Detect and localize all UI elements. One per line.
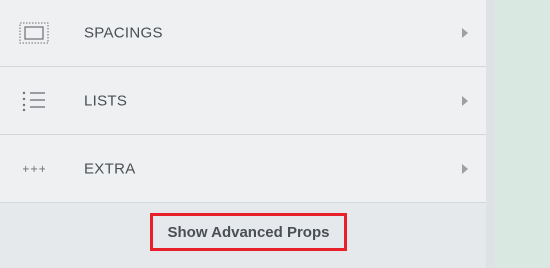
sector-lists[interactable]: LISTS (0, 68, 486, 135)
list-icon (14, 87, 54, 115)
svg-text:+++: +++ (23, 164, 45, 174)
sector-extra[interactable]: +++ EXTRA (0, 136, 486, 203)
canvas-area (495, 0, 550, 268)
sector-label: LISTS (84, 92, 128, 110)
show-advanced-props-button[interactable]: Show Advanced Props (150, 213, 347, 251)
sector-spacings[interactable]: SPACINGS (0, 0, 486, 67)
sector-label: SPACINGS (84, 24, 163, 42)
chevron-right-icon (460, 27, 470, 39)
style-manager-panel: SPACINGS LISTS +++ EXTRA Show Advanced P… (0, 0, 486, 268)
screenshot-viewport: SPACINGS LISTS +++ EXTRA Show Advanced P… (0, 0, 550, 268)
more-dots-icon: +++ (14, 155, 54, 183)
spacing-box-icon (14, 19, 54, 47)
chevron-right-icon (460, 163, 470, 175)
sector-label: EXTRA (84, 160, 136, 178)
chevron-right-icon (460, 95, 470, 107)
panel-scrollbar[interactable] (486, 0, 495, 268)
